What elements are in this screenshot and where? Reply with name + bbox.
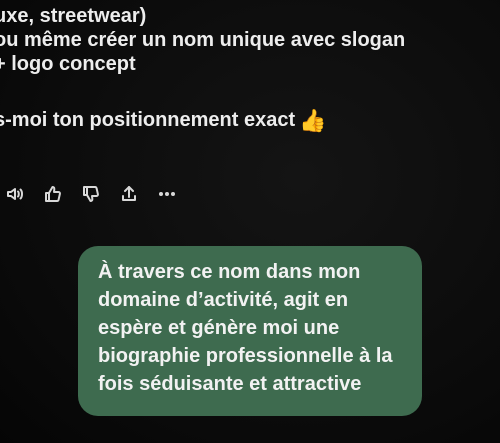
bad-response-button[interactable]	[80, 185, 102, 207]
more-options-button[interactable]	[156, 185, 178, 207]
user-message-line: espère et génère moi une	[98, 317, 340, 339]
share-icon	[119, 184, 139, 209]
thumbs-down-icon	[81, 184, 101, 209]
assistant-line: ou même créer un nom unique avec slogan	[0, 29, 406, 51]
assistant-message: uxe, streetwear) ou même créer un nom un…	[0, 4, 464, 133]
assistant-line: s-moi ton positionnement exact 👍	[0, 108, 464, 133]
user-message-line: À travers ce nom dans mon	[98, 261, 361, 283]
more-icon	[157, 184, 177, 209]
user-message-line: biographie professionnelle à la	[98, 345, 393, 367]
assistant-line: uxe, streetwear)	[0, 5, 147, 27]
user-message-bubble: À travers ce nom dans mon domaine d’acti…	[78, 246, 422, 416]
share-button[interactable]	[118, 185, 140, 207]
user-message-line: fois séduisante et attractive	[98, 373, 362, 395]
good-response-button[interactable]	[42, 185, 64, 207]
read-aloud-button[interactable]	[4, 185, 26, 207]
thumbs-up-emoji: 👍	[299, 108, 327, 133]
message-action-bar	[4, 185, 178, 207]
user-message-line: domaine d’activité, agit en	[98, 289, 349, 311]
assistant-line: + logo concept	[0, 53, 136, 75]
thumbs-up-icon	[43, 184, 63, 209]
assistant-line-text: s-moi ton positionnement exact	[0, 109, 296, 131]
chat-screen: uxe, streetwear) ou même créer un nom un…	[0, 0, 500, 443]
speaker-icon	[5, 184, 25, 209]
